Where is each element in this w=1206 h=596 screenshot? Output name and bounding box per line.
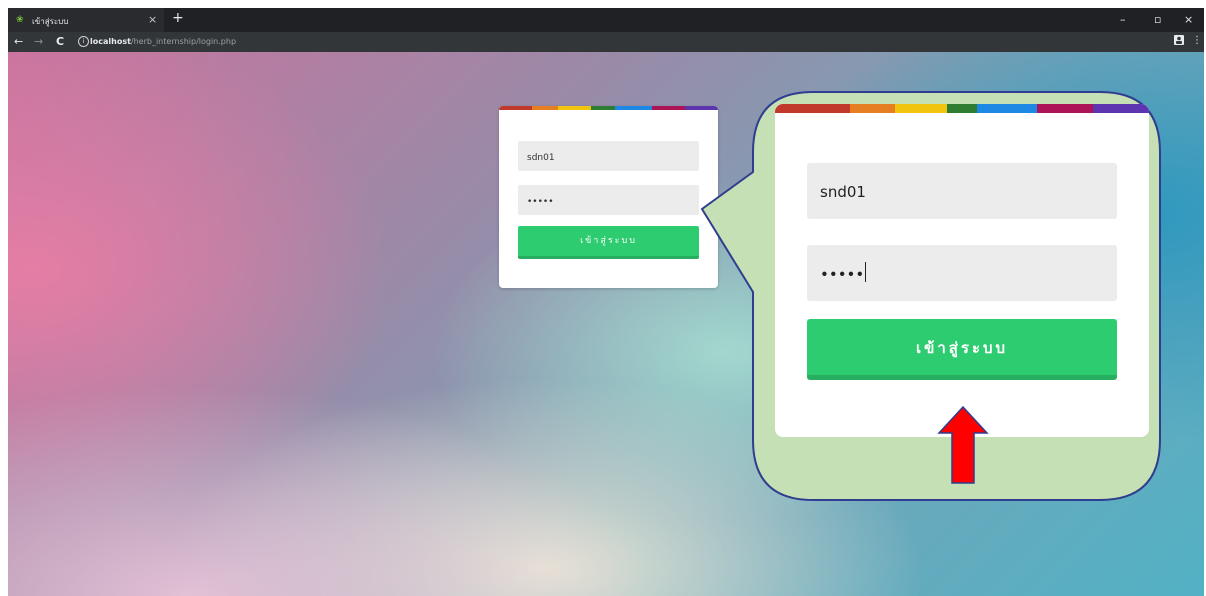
login-button-zoomed[interactable]: เข้าสู่ระบบ [807,319,1117,380]
color-segment [652,106,686,110]
color-segment [615,106,653,110]
back-icon[interactable]: ← [14,35,23,48]
login-page: sdn01 ••••• เข้าสู่ระบบ snd01 ••••• เข้า… [8,52,1204,596]
tab-strip: ❀ เข้าสู่ระบบ × + – ▫ × [8,8,1204,32]
color-segment [894,104,948,113]
browser-toolbar: ← → C i localhost/herb_internship/login.… [8,32,1204,52]
forward-icon[interactable]: → [34,35,43,48]
address-bar[interactable]: localhost/herb_internship/login.php [90,37,236,46]
color-segment [590,106,616,110]
password-input-zoomed[interactable]: ••••• [807,245,1117,301]
url-path: /herb_internship/login.php [130,37,237,46]
color-segment [775,104,850,113]
color-segment [499,106,532,110]
url-host: localhost [90,37,131,46]
profile-icon[interactable] [1174,35,1184,48]
color-segment [531,106,559,110]
text-caret [865,262,867,282]
color-segment [1092,104,1149,113]
login-card: sdn01 ••••• เข้าสู่ระบบ [499,106,718,288]
password-value: ••••• [820,265,865,284]
username-input-zoomed[interactable]: snd01 [807,163,1117,219]
password-input[interactable]: ••••• [518,185,699,215]
tab-title: เข้าสู่ระบบ [32,17,69,26]
color-segment [976,104,1037,113]
color-segment [947,104,977,113]
browser-tab[interactable]: ❀ เข้าสู่ระบบ × [8,8,164,32]
site-info-icon[interactable]: i [78,36,89,47]
red-up-arrow-icon [937,405,989,484]
color-strip [499,106,718,110]
color-segment [1036,104,1093,113]
minimize-icon[interactable]: – [1120,13,1126,26]
color-segment [849,104,895,113]
tab-close-icon[interactable]: × [148,13,157,26]
username-input[interactable]: sdn01 [518,141,699,171]
reload-icon[interactable]: C [56,35,64,48]
window-close-icon[interactable]: × [1184,13,1193,26]
color-segment [558,106,591,110]
username-value: snd01 [820,183,866,201]
menu-icon[interactable]: ⋮ [1192,35,1202,46]
screenshot: ❀ เข้าสู่ระบบ × + – ▫ × ← → C i localhos… [8,8,1204,596]
login-button[interactable]: เข้าสู่ระบบ [518,226,699,259]
login-card-zoomed: snd01 ••••• เข้าสู่ระบบ [775,104,1149,437]
herb-favicon-icon: ❀ [16,15,24,25]
maximize-icon[interactable]: ▫ [1154,13,1161,26]
new-tab-button[interactable]: + [172,10,184,26]
color-strip [775,104,1149,113]
